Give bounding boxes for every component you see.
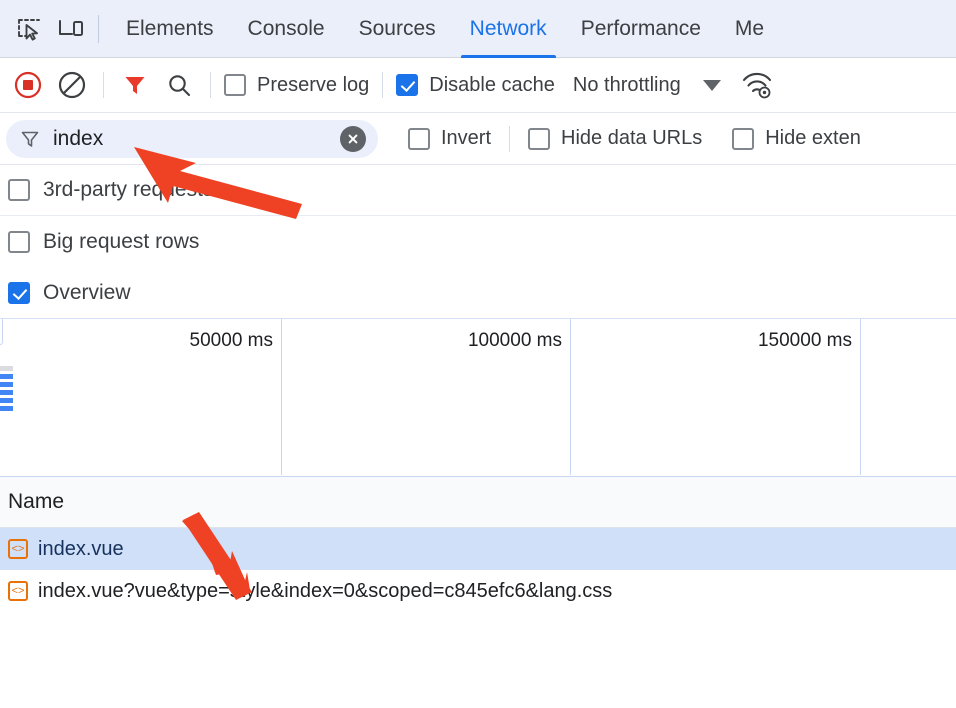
throttling-select[interactable]: No throttling (573, 74, 681, 97)
tab-elements[interactable]: Elements (109, 0, 231, 58)
checkbox-box (732, 128, 754, 150)
controlbar-divider-2 (210, 72, 211, 98)
search-icon[interactable] (157, 63, 201, 107)
requests-table-header: Name (0, 477, 956, 528)
tabbar-divider (98, 15, 99, 43)
hide-extension-urls-label: Hide exten (765, 127, 861, 150)
inspect-element-icon[interactable] (8, 8, 50, 50)
controlbar-divider-1 (103, 72, 104, 98)
network-overview-timeline[interactable]: 50000 ms 100000 ms 150000 ms (0, 318, 956, 477)
hide-data-urls-label: Hide data URLs (561, 127, 702, 150)
wifi-settings-icon[interactable] (735, 63, 779, 107)
network-control-bar: Preserve log Disable cache No throttling (0, 58, 956, 113)
request-name: index.vue (38, 538, 124, 561)
controlbar-divider-3 (382, 72, 383, 98)
throttling-value: No throttling (573, 74, 681, 96)
overview-bar (0, 374, 13, 379)
tab-network[interactable]: Network (453, 0, 564, 58)
option-label: Overview (43, 281, 131, 305)
column-header-name: Name (4, 490, 64, 514)
tab-label: Performance (581, 17, 701, 41)
hide-data-urls-checkbox[interactable]: Hide data URLs (522, 127, 708, 150)
disable-cache-checkbox[interactable]: Disable cache (392, 74, 559, 97)
search-input[interactable]: index (6, 120, 378, 158)
tab-label: Sources (359, 17, 436, 41)
timeline-tick-label: 150000 ms (578, 330, 852, 352)
option-label: 3rd-party requests (43, 178, 213, 202)
network-filter-bar: index Invert Hide data URLs Hide exten (0, 113, 956, 165)
checkbox-box (8, 231, 30, 253)
source-file-icon: <> (8, 539, 28, 559)
tab-console[interactable]: Console (231, 0, 342, 58)
disable-cache-label: Disable cache (429, 74, 555, 97)
overview-bar (0, 366, 13, 371)
filterbar-divider (509, 126, 510, 152)
option-3rd-party-requests[interactable]: 3rd-party requests (0, 165, 956, 216)
option-overview[interactable]: Overview (0, 267, 956, 318)
tab-label: Console (248, 17, 325, 41)
timeline-divider (570, 319, 571, 475)
checkbox-box (8, 179, 30, 201)
checkbox-box (396, 74, 418, 96)
table-row[interactable]: <> index.vue (0, 528, 956, 570)
overview-request-bars (0, 366, 13, 414)
table-row[interactable]: <> index.vue?vue&type=style&index=0&scop… (0, 570, 956, 612)
request-name: index.vue?vue&type=style&index=0&scoped=… (38, 580, 612, 603)
hide-extension-urls-checkbox[interactable]: Hide exten (726, 127, 867, 150)
preserve-log-checkbox[interactable]: Preserve log (220, 74, 373, 97)
device-toolbar-icon[interactable] (50, 8, 92, 50)
timeline-divider (281, 319, 282, 475)
tab-sources[interactable]: Sources (342, 0, 453, 58)
timeline-tick-label: 50000 ms (0, 330, 273, 352)
timeline-divider (860, 319, 861, 475)
overview-bar (0, 398, 13, 403)
devtools-network-panel: Elements Console Sources Network Perform… (0, 0, 956, 708)
tab-label: Network (470, 17, 547, 41)
preserve-log-label: Preserve log (257, 74, 369, 97)
clear-network-log-icon[interactable] (50, 63, 94, 107)
chevron-down-icon[interactable] (703, 80, 721, 91)
checkbox-box (224, 74, 246, 96)
checkbox-box (408, 128, 430, 150)
tab-label: Me (735, 17, 764, 41)
checkbox-box (528, 128, 550, 150)
overview-bar (0, 390, 13, 395)
source-file-icon: <> (8, 581, 28, 601)
filter-funnel-icon[interactable] (113, 63, 157, 107)
invert-label: Invert (441, 127, 491, 150)
tab-performance[interactable]: Performance (564, 0, 718, 58)
clear-input-icon[interactable] (340, 126, 366, 152)
option-big-request-rows[interactable]: Big request rows (0, 216, 956, 267)
invert-checkbox[interactable]: Invert (402, 127, 497, 150)
funnel-icon (20, 129, 40, 149)
overview-bar (0, 382, 13, 387)
option-label: Big request rows (43, 230, 199, 254)
tab-memory[interactable]: Me (718, 0, 781, 58)
checkbox-box (8, 282, 30, 304)
devtools-tabbar: Elements Console Sources Network Perform… (0, 0, 956, 58)
overview-bar (0, 406, 13, 411)
tab-label: Elements (126, 17, 214, 41)
timeline-tick-label: 100000 ms (289, 330, 562, 352)
record-stop-icon[interactable] (6, 63, 50, 107)
filter-value: index (53, 127, 340, 151)
